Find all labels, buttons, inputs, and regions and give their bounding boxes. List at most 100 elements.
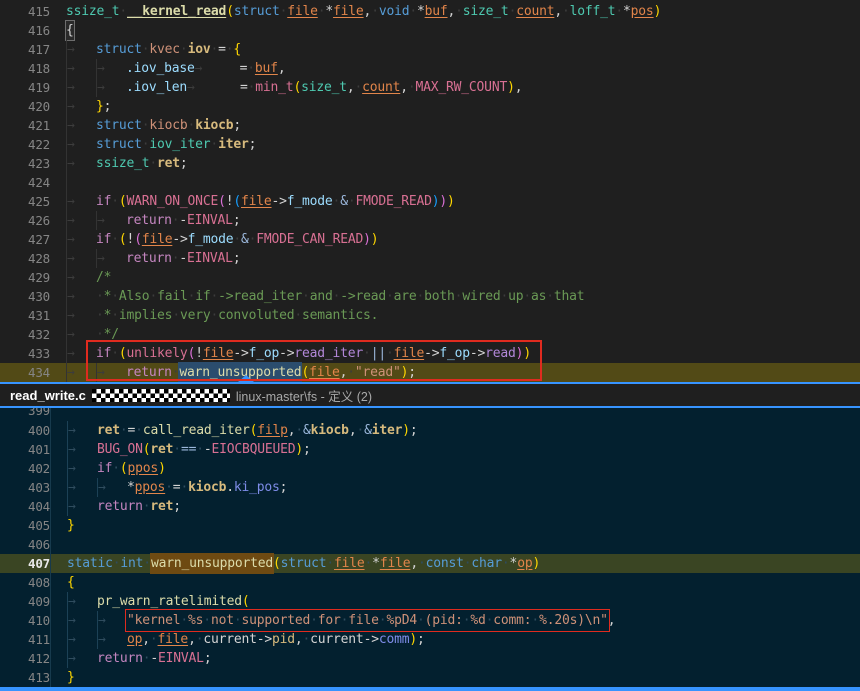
code-line-406[interactable]: 406: [0, 535, 860, 554]
peek-header[interactable]: read_write.c linux-master\fs - 定义 (2): [0, 384, 860, 406]
code-line-405[interactable]: 405}: [0, 516, 860, 535]
code-line-content[interactable]: {: [50, 573, 75, 592]
code-line-412[interactable]: 412→return·-EINVAL;: [0, 649, 860, 668]
code-line-content[interactable]: →→.iov_base→=·buf,: [50, 59, 285, 78]
line-number[interactable]: 421: [0, 116, 50, 135]
code-line-content[interactable]: ssize_t·__kernel_read(struct·file·*file,…: [50, 2, 661, 21]
line-number[interactable]: 423: [0, 154, 50, 173]
code-line-content[interactable]: →struct·iov_iter·iter;: [50, 135, 256, 154]
line-number[interactable]: 433: [0, 344, 50, 363]
code-line-content[interactable]: →→return·-EINVAL;: [50, 249, 240, 268]
line-number[interactable]: 415: [0, 2, 50, 21]
line-number[interactable]: 416: [0, 21, 50, 40]
code-line-430[interactable]: 430→·*·Also·fail·if·->read_iter·and·->re…: [0, 287, 860, 306]
code-line-420[interactable]: 420→};: [0, 97, 860, 116]
code-line-content[interactable]: →return·-EINVAL;: [50, 649, 211, 668]
line-number[interactable]: 406: [0, 535, 50, 554]
code-line-408[interactable]: 408{: [0, 573, 860, 592]
code-line-content[interactable]: →→*ppos·=·kiocb.ki_pos;: [50, 478, 287, 497]
code-line-content[interactable]: →·*·implies·very·convoluted·semantics.: [50, 306, 378, 325]
line-number[interactable]: 403: [0, 478, 50, 497]
line-number[interactable]: 410: [0, 611, 50, 630]
code-line-content[interactable]: →ssize_t·ret;: [50, 154, 188, 173]
line-number[interactable]: 431: [0, 306, 50, 325]
code-line-content[interactable]: →: [50, 173, 96, 192]
line-number[interactable]: 404: [0, 497, 50, 516]
line-number[interactable]: 432: [0, 325, 50, 344]
code-line-434[interactable]: 434→→return·warn_unsupported(file,·"read…: [0, 363, 860, 382]
line-number[interactable]: 409: [0, 592, 50, 611]
code-line-413[interactable]: 413}: [0, 668, 860, 687]
line-number[interactable]: 429: [0, 268, 50, 287]
code-line-content[interactable]: →BUG_ON(ret·==·-EIOCBQUEUED);: [50, 440, 311, 459]
code-line-401[interactable]: 401→BUG_ON(ret·==·-EIOCBQUEUED);: [0, 440, 860, 459]
code-line-433[interactable]: 433→if·(unlikely(!file->f_op->read_iter·…: [0, 344, 860, 363]
code-line-418[interactable]: 418→→.iov_base→=·buf,: [0, 59, 860, 78]
line-number[interactable]: 422: [0, 135, 50, 154]
line-number[interactable]: 412: [0, 649, 50, 668]
code-line-content[interactable]: →/*: [50, 268, 111, 287]
code-line-content[interactable]: →if·(unlikely(!file->f_op->read_iter·||·…: [50, 344, 531, 363]
line-number[interactable]: 411: [0, 630, 50, 649]
code-line-content[interactable]: →·*·Also·fail·if·->read_iter·and·->read·…: [50, 287, 584, 306]
code-line-416[interactable]: 416{: [0, 21, 860, 40]
code-line-423[interactable]: 423→ssize_t·ret;: [0, 154, 860, 173]
line-number[interactable]: 420: [0, 97, 50, 116]
code-line-415[interactable]: 415ssize_t·__kernel_read(struct·file·*fi…: [0, 2, 860, 21]
line-number[interactable]: 401: [0, 440, 50, 459]
code-line-421[interactable]: 421→struct·kiocb·kiocb;: [0, 116, 860, 135]
code-line-content[interactable]: →if·(!(file->f_mode·&·FMODE_CAN_READ)): [50, 230, 378, 249]
code-line-429[interactable]: 429→/*: [0, 268, 860, 287]
code-line-content[interactable]: →→.iov_len→=·min_t(size_t,·count,·MAX_RW…: [50, 78, 522, 97]
code-line-400[interactable]: 400→ret·=·call_read_iter(filp,·&kiocb,·&…: [0, 421, 860, 440]
line-number[interactable]: 426: [0, 211, 50, 230]
code-line-410[interactable]: 410→→"kernel·%s·not·supported·for·file·%…: [0, 611, 860, 630]
code-line-427[interactable]: 427→if·(!(file->f_mode·&·FMODE_CAN_READ)…: [0, 230, 860, 249]
peek-editor-pane[interactable]: 399 400→ret·=·call_read_iter(filp,·&kiocb…: [0, 408, 860, 687]
code-line-content[interactable]: →→op,·file,·current->pid,·current->comm)…: [50, 630, 425, 649]
code-line-404[interactable]: 404→return·ret;: [0, 497, 860, 516]
line-number[interactable]: 425: [0, 192, 50, 211]
code-line-425[interactable]: 425→if·(WARN_ON_ONCE(!(file->f_mode·&·FM…: [0, 192, 860, 211]
code-line-417[interactable]: 417→struct·kvec·iov·=·{: [0, 40, 860, 59]
line-number[interactable]: 405: [0, 516, 50, 535]
code-line-426[interactable]: 426→→return·-EINVAL;: [0, 211, 860, 230]
code-line-content[interactable]: →return·ret;: [50, 497, 181, 516]
code-line-419[interactable]: 419→→.iov_len→=·min_t(size_t,·count,·MAX…: [0, 78, 860, 97]
code-line-content[interactable]: →→return·warn_unsupported(file,·"read");: [50, 363, 416, 382]
line-number[interactable]: 407: [0, 554, 50, 573]
code-line-content[interactable]: →→"kernel·%s·not·supported·for·file·%pD4…: [50, 611, 615, 630]
line-number[interactable]: 402: [0, 459, 50, 478]
code-line-402[interactable]: 402→if·(ppos): [0, 459, 860, 478]
code-line-409[interactable]: 409→pr_warn_ratelimited(: [0, 592, 860, 611]
line-number[interactable]: 427: [0, 230, 50, 249]
line-number[interactable]: 418: [0, 59, 50, 78]
code-line-content[interactable]: [50, 408, 67, 421]
code-line-content[interactable]: →struct·kiocb·kiocb;: [50, 116, 241, 135]
code-line-399[interactable]: 399: [0, 408, 860, 421]
code-line-content[interactable]: }: [50, 668, 75, 687]
code-line-content[interactable]: →};: [50, 97, 111, 116]
code-line-content[interactable]: →ret·=·call_read_iter(filp,·&kiocb,·&ite…: [50, 421, 418, 440]
code-line-content[interactable]: }: [50, 516, 75, 535]
line-number[interactable]: 428: [0, 249, 50, 268]
code-line-432[interactable]: 432→·*/: [0, 325, 860, 344]
code-line-403[interactable]: 403→→*ppos·=·kiocb.ki_pos;: [0, 478, 860, 497]
code-line-content[interactable]: →·*/: [50, 325, 119, 344]
line-number[interactable]: 400: [0, 421, 50, 440]
line-number[interactable]: 430: [0, 287, 50, 306]
code-line-content[interactable]: [50, 535, 67, 554]
line-number[interactable]: 417: [0, 40, 50, 59]
line-number[interactable]: 413: [0, 668, 50, 687]
line-number[interactable]: 424: [0, 173, 50, 192]
line-number[interactable]: 399: [0, 408, 50, 414]
code-line-content[interactable]: →if·(WARN_ON_ONCE(!(file->f_mode·&·FMODE…: [50, 192, 455, 211]
code-line-407[interactable]: 407static·int·warn_unsupported(struct·fi…: [0, 554, 860, 573]
code-line-content[interactable]: →→return·-EINVAL;: [50, 211, 240, 230]
code-line-424[interactable]: 424→: [0, 173, 860, 192]
line-number[interactable]: 419: [0, 78, 50, 97]
code-line-431[interactable]: 431→·*·implies·very·convoluted·semantics…: [0, 306, 860, 325]
code-line-content[interactable]: static·int·warn_unsupported(struct·file·…: [50, 554, 540, 573]
code-line-428[interactable]: 428→→return·-EINVAL;: [0, 249, 860, 268]
line-number[interactable]: 408: [0, 573, 50, 592]
